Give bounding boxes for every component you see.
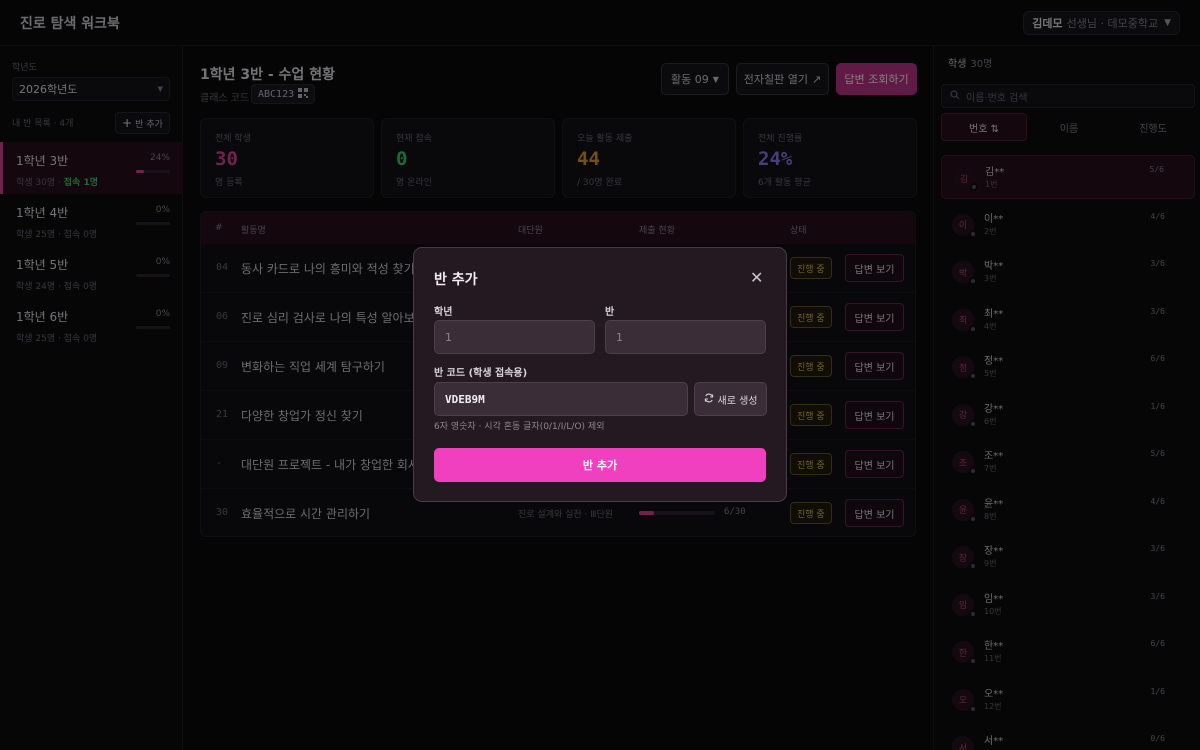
grade-label: 학년 — [434, 307, 453, 318]
class-label: 반 — [605, 307, 615, 318]
code-hint: 6자 영숫자 · 시각 혼동 글자(0/1/I/L/O) 제외 — [434, 422, 605, 432]
regenerate-label: 새로 생성 — [717, 395, 758, 407]
class-placeholder: 1 — [616, 330, 623, 344]
grade-placeholder: 1 — [445, 330, 452, 344]
grade-input[interactable]: 1 — [434, 320, 595, 354]
class-input[interactable]: 1 — [605, 320, 766, 354]
regenerate-code-button[interactable]: 새로 생성 — [694, 382, 767, 416]
class-code-value: VDEB9M — [445, 392, 485, 406]
submit-label: 반 추가 — [582, 459, 618, 472]
refresh-icon — [704, 393, 714, 406]
class-code-input[interactable]: VDEB9M — [434, 382, 688, 416]
code-label: 반 코드 (학생 접속용) — [434, 368, 528, 379]
close-icon[interactable]: ✕ — [750, 268, 763, 287]
submit-add-class-button[interactable]: 반 추가 — [434, 448, 766, 482]
modal-title: 반 추가 — [434, 272, 478, 288]
add-class-modal: 반 추가 ✕ 학년 1 반 1 반 코드 (학생 접속용) VDEB9M 새로 … — [413, 247, 787, 502]
